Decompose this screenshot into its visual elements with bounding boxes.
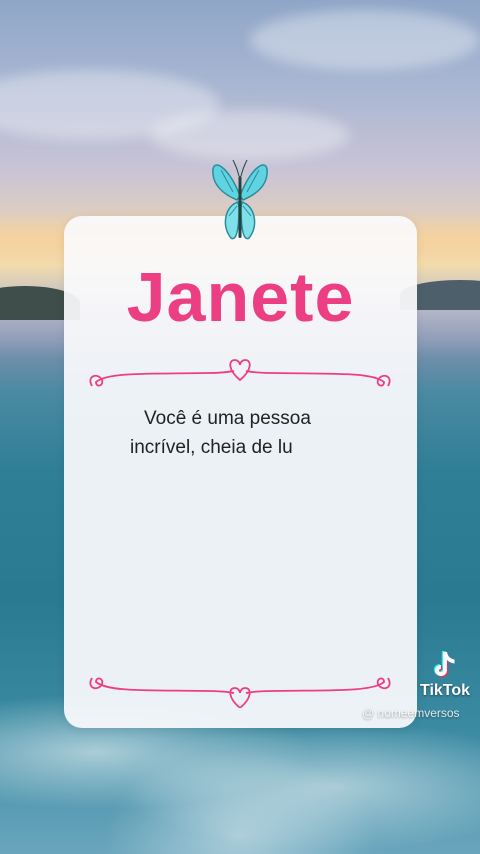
affirmation-line-1: Você é uma pessoa (144, 408, 311, 429)
affirmation-text: Você é uma pessoa incrível, cheia de lu (130, 404, 390, 462)
creator-handle: @ nomeemversos (362, 706, 460, 720)
person-name: Janete (126, 258, 355, 336)
video-frame: Janete Você é uma pessoa incrível, cheia… (0, 0, 480, 854)
cloud (250, 10, 480, 70)
heart-divider-bottom (89, 677, 391, 708)
heart-divider-top (89, 359, 391, 387)
tiktok-logo-icon (433, 651, 455, 677)
tiktok-brand: TikTok (419, 682, 471, 699)
butterfly-icon (212, 159, 268, 240)
affirmation-line-2: incrível, cheia de lu (130, 437, 293, 458)
tiktok-watermark: TikTok (410, 650, 480, 700)
cloud (150, 110, 350, 160)
